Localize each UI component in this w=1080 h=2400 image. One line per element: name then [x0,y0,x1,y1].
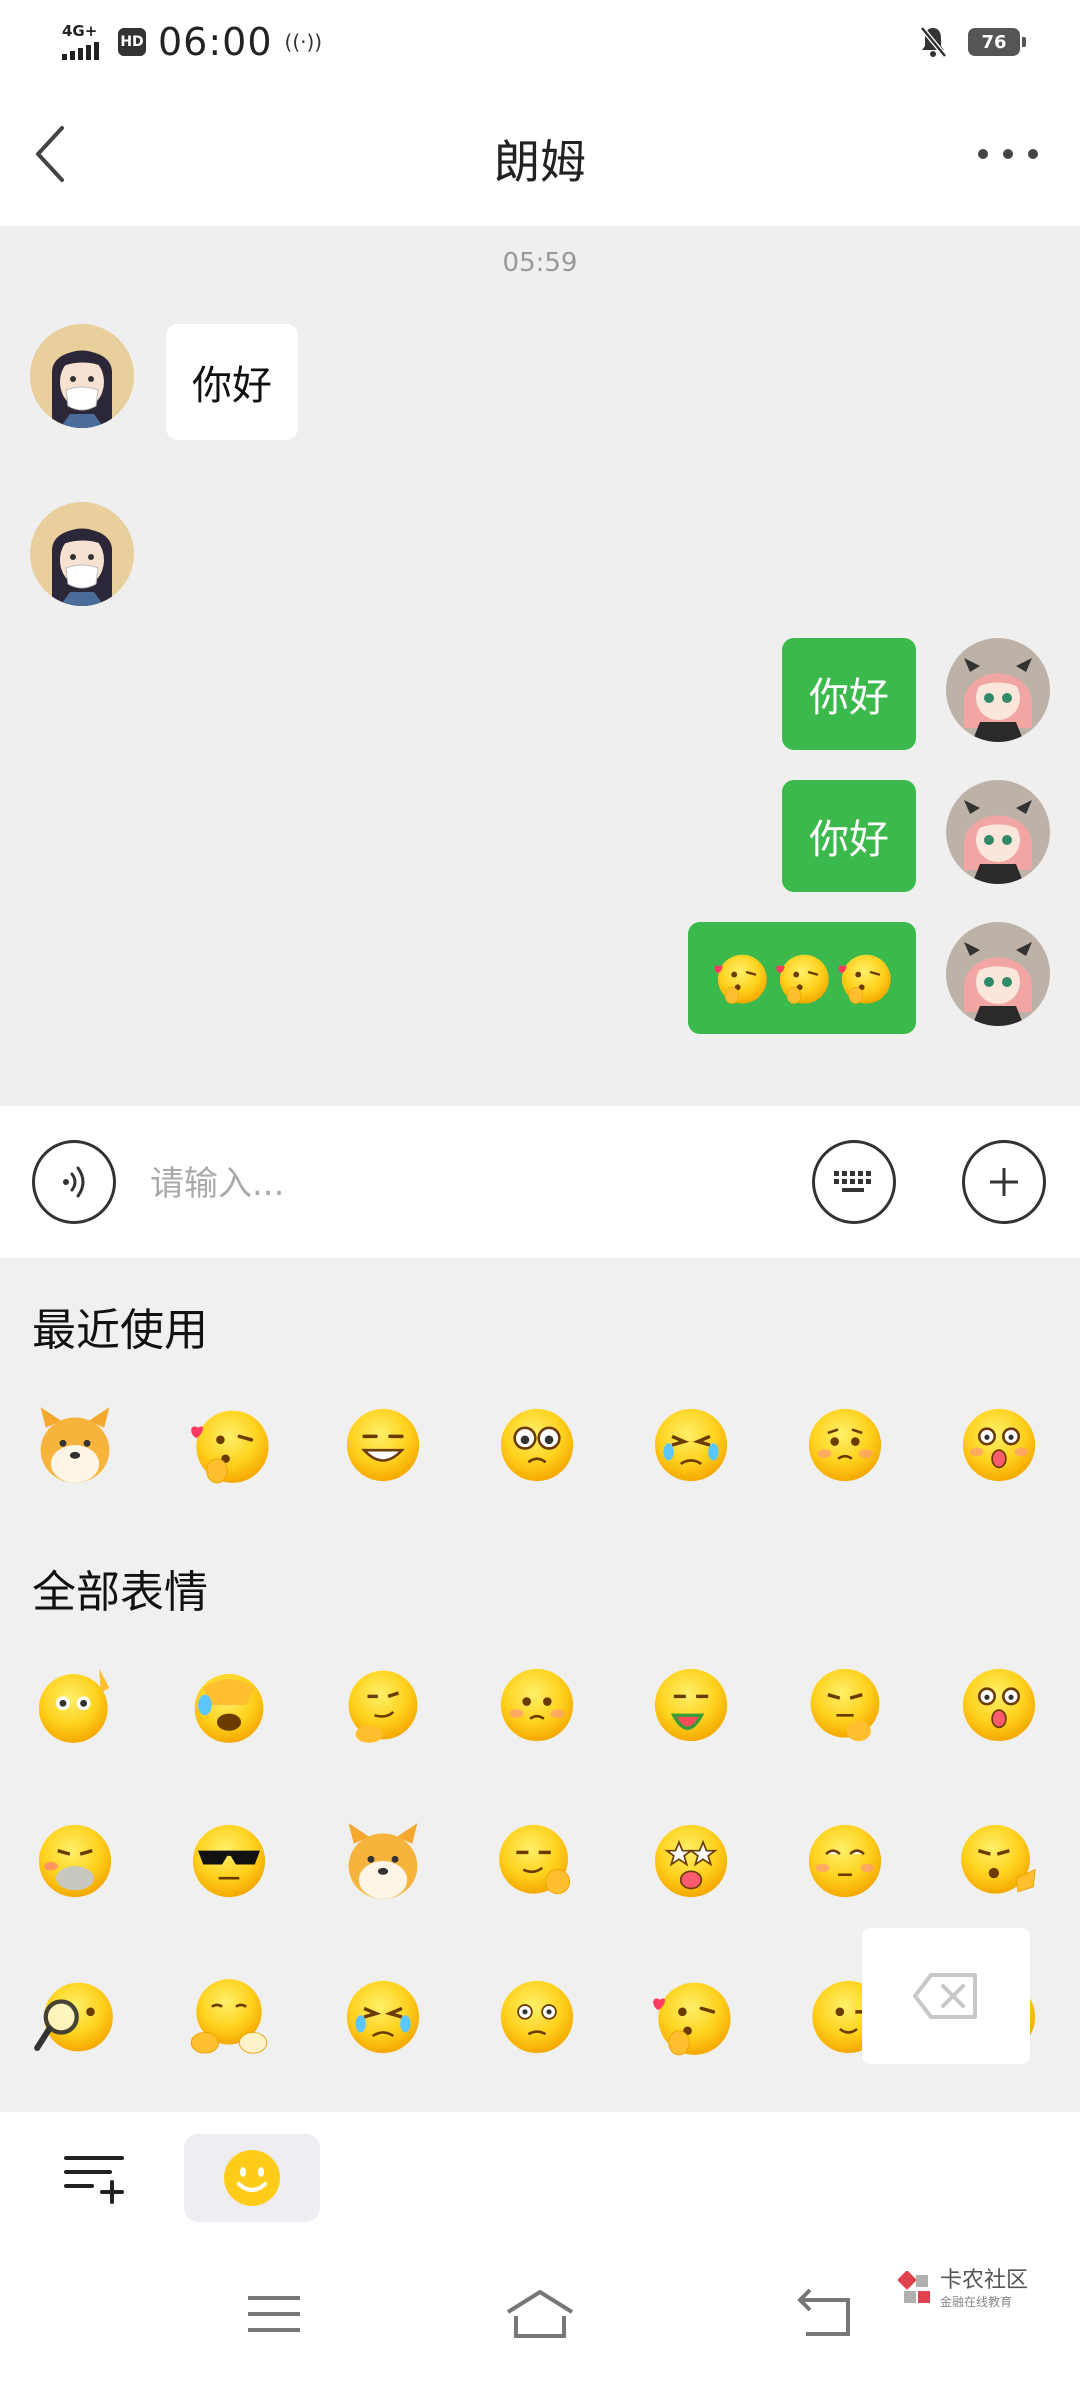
magnifier-emoji[interactable] [32,1974,118,2060]
battery-icon: 76 [968,28,1026,56]
status-left: 4G+ HD 06:00 ((·)) [62,18,322,66]
all-section-title: 全部表情 [32,1567,208,1618]
watermark-subtext: 金融在线教育 [940,2295,1013,2309]
blow-kiss-emoji[interactable] [648,1974,734,2060]
message-bubble-outgoing-emoji[interactable] [688,922,916,1034]
avatar[interactable] [946,780,1050,884]
cool-sunglasses-emoji[interactable] [186,1818,272,1904]
recent-section-title: 最近使用 [32,1305,208,1356]
thinking-emoji[interactable] [802,1662,888,1748]
sob-emoji[interactable] [648,1402,734,1488]
list-add-icon[interactable] [62,2150,128,2204]
worried-emoji[interactable] [802,1402,888,1488]
avatar[interactable] [946,922,1050,1026]
bottom-toolbar [0,2112,1080,2240]
worried-emoji[interactable] [494,1662,580,1748]
avatar[interactable] [946,638,1050,742]
chat-area[interactable]: 05:59 你好 你好 你好 [0,226,1080,1106]
input-bar: 请输入... [0,1106,1080,1258]
watermark-logo: 卡农社区 金融在线教育 [898,2270,1028,2308]
plus-icon[interactable] [962,1140,1046,1224]
watermelon-emoji[interactable] [648,1662,734,1748]
signal-icon: 4G+ [62,22,106,62]
status-right: 76 [918,22,1026,62]
keyboard-icon[interactable] [812,1140,896,1224]
starry-eyes-emoji[interactable] [648,1818,734,1904]
message-bubble-outgoing[interactable]: 你好 [782,638,916,750]
shocked-emoji[interactable] [956,1662,1042,1748]
doge-emoji[interactable] [32,1402,118,1488]
message-input[interactable]: 请输入... [150,1156,284,1205]
status-time: 06:00 [158,20,273,64]
smiley-icon [224,2150,280,2206]
home-icon[interactable] [504,2286,576,2342]
doge-emoji[interactable] [340,1818,426,1904]
fist-bump-emoji[interactable] [186,1974,272,2060]
avatar[interactable] [30,324,134,428]
system-navbar: 卡农社区 金融在线教育 [0,2240,1080,2400]
emoji-tab[interactable] [184,2134,320,2222]
network-type: 4G+ [62,22,98,40]
page-title: 朗姆 [494,135,586,189]
watermark-icon [898,2271,930,2303]
blow-kiss-emoji [838,954,891,1004]
blush-mask-emoji[interactable] [32,1818,118,1904]
salute-emoji[interactable] [32,1662,118,1748]
hotspot-icon: ((·)) [284,30,323,54]
facepalm-laugh-emoji[interactable] [186,1662,272,1748]
message-bubble-incoming[interactable]: 你好 [166,324,298,440]
smirk-point-emoji[interactable] [340,1662,426,1748]
chat-header: 朗姆 [0,84,1080,226]
shocked-emoji[interactable] [956,1402,1042,1488]
menu-icon[interactable] [244,2286,304,2342]
message-timestamp: 05:59 [502,248,578,278]
hd-icon: HD [118,28,146,56]
back-arrow-icon[interactable] [796,2286,856,2342]
bell-muted-icon [920,26,947,58]
okay-hand-emoji[interactable] [494,1818,580,1904]
blow-kiss-emoji [714,954,767,1004]
avatar[interactable] [30,502,134,606]
confused-emoji[interactable] [494,1974,580,2060]
sob-emoji[interactable] [340,1974,426,2060]
backspace-button[interactable] [862,1928,1030,2064]
more-dots-icon[interactable] [978,134,1038,174]
blow-kiss-emoji [776,954,829,1004]
thumbs-emoji[interactable] [956,1818,1042,1904]
eye-roll-emoji[interactable] [802,1818,888,1904]
backspace-icon [913,1973,977,2019]
message-bubble-outgoing[interactable]: 你好 [782,780,916,892]
emoji-panel: 最近使用 全部表情 [0,1258,1080,2112]
voice-icon[interactable] [32,1140,116,1224]
watermark-text: 卡农社区 [940,2268,1029,2293]
status-bar: 4G+ HD 06:00 ((·)) 76 [0,0,1080,84]
teary-eyes-emoji[interactable] [494,1402,580,1488]
grin-emoji[interactable] [340,1402,426,1488]
blow-kiss-emoji[interactable] [186,1402,272,1488]
